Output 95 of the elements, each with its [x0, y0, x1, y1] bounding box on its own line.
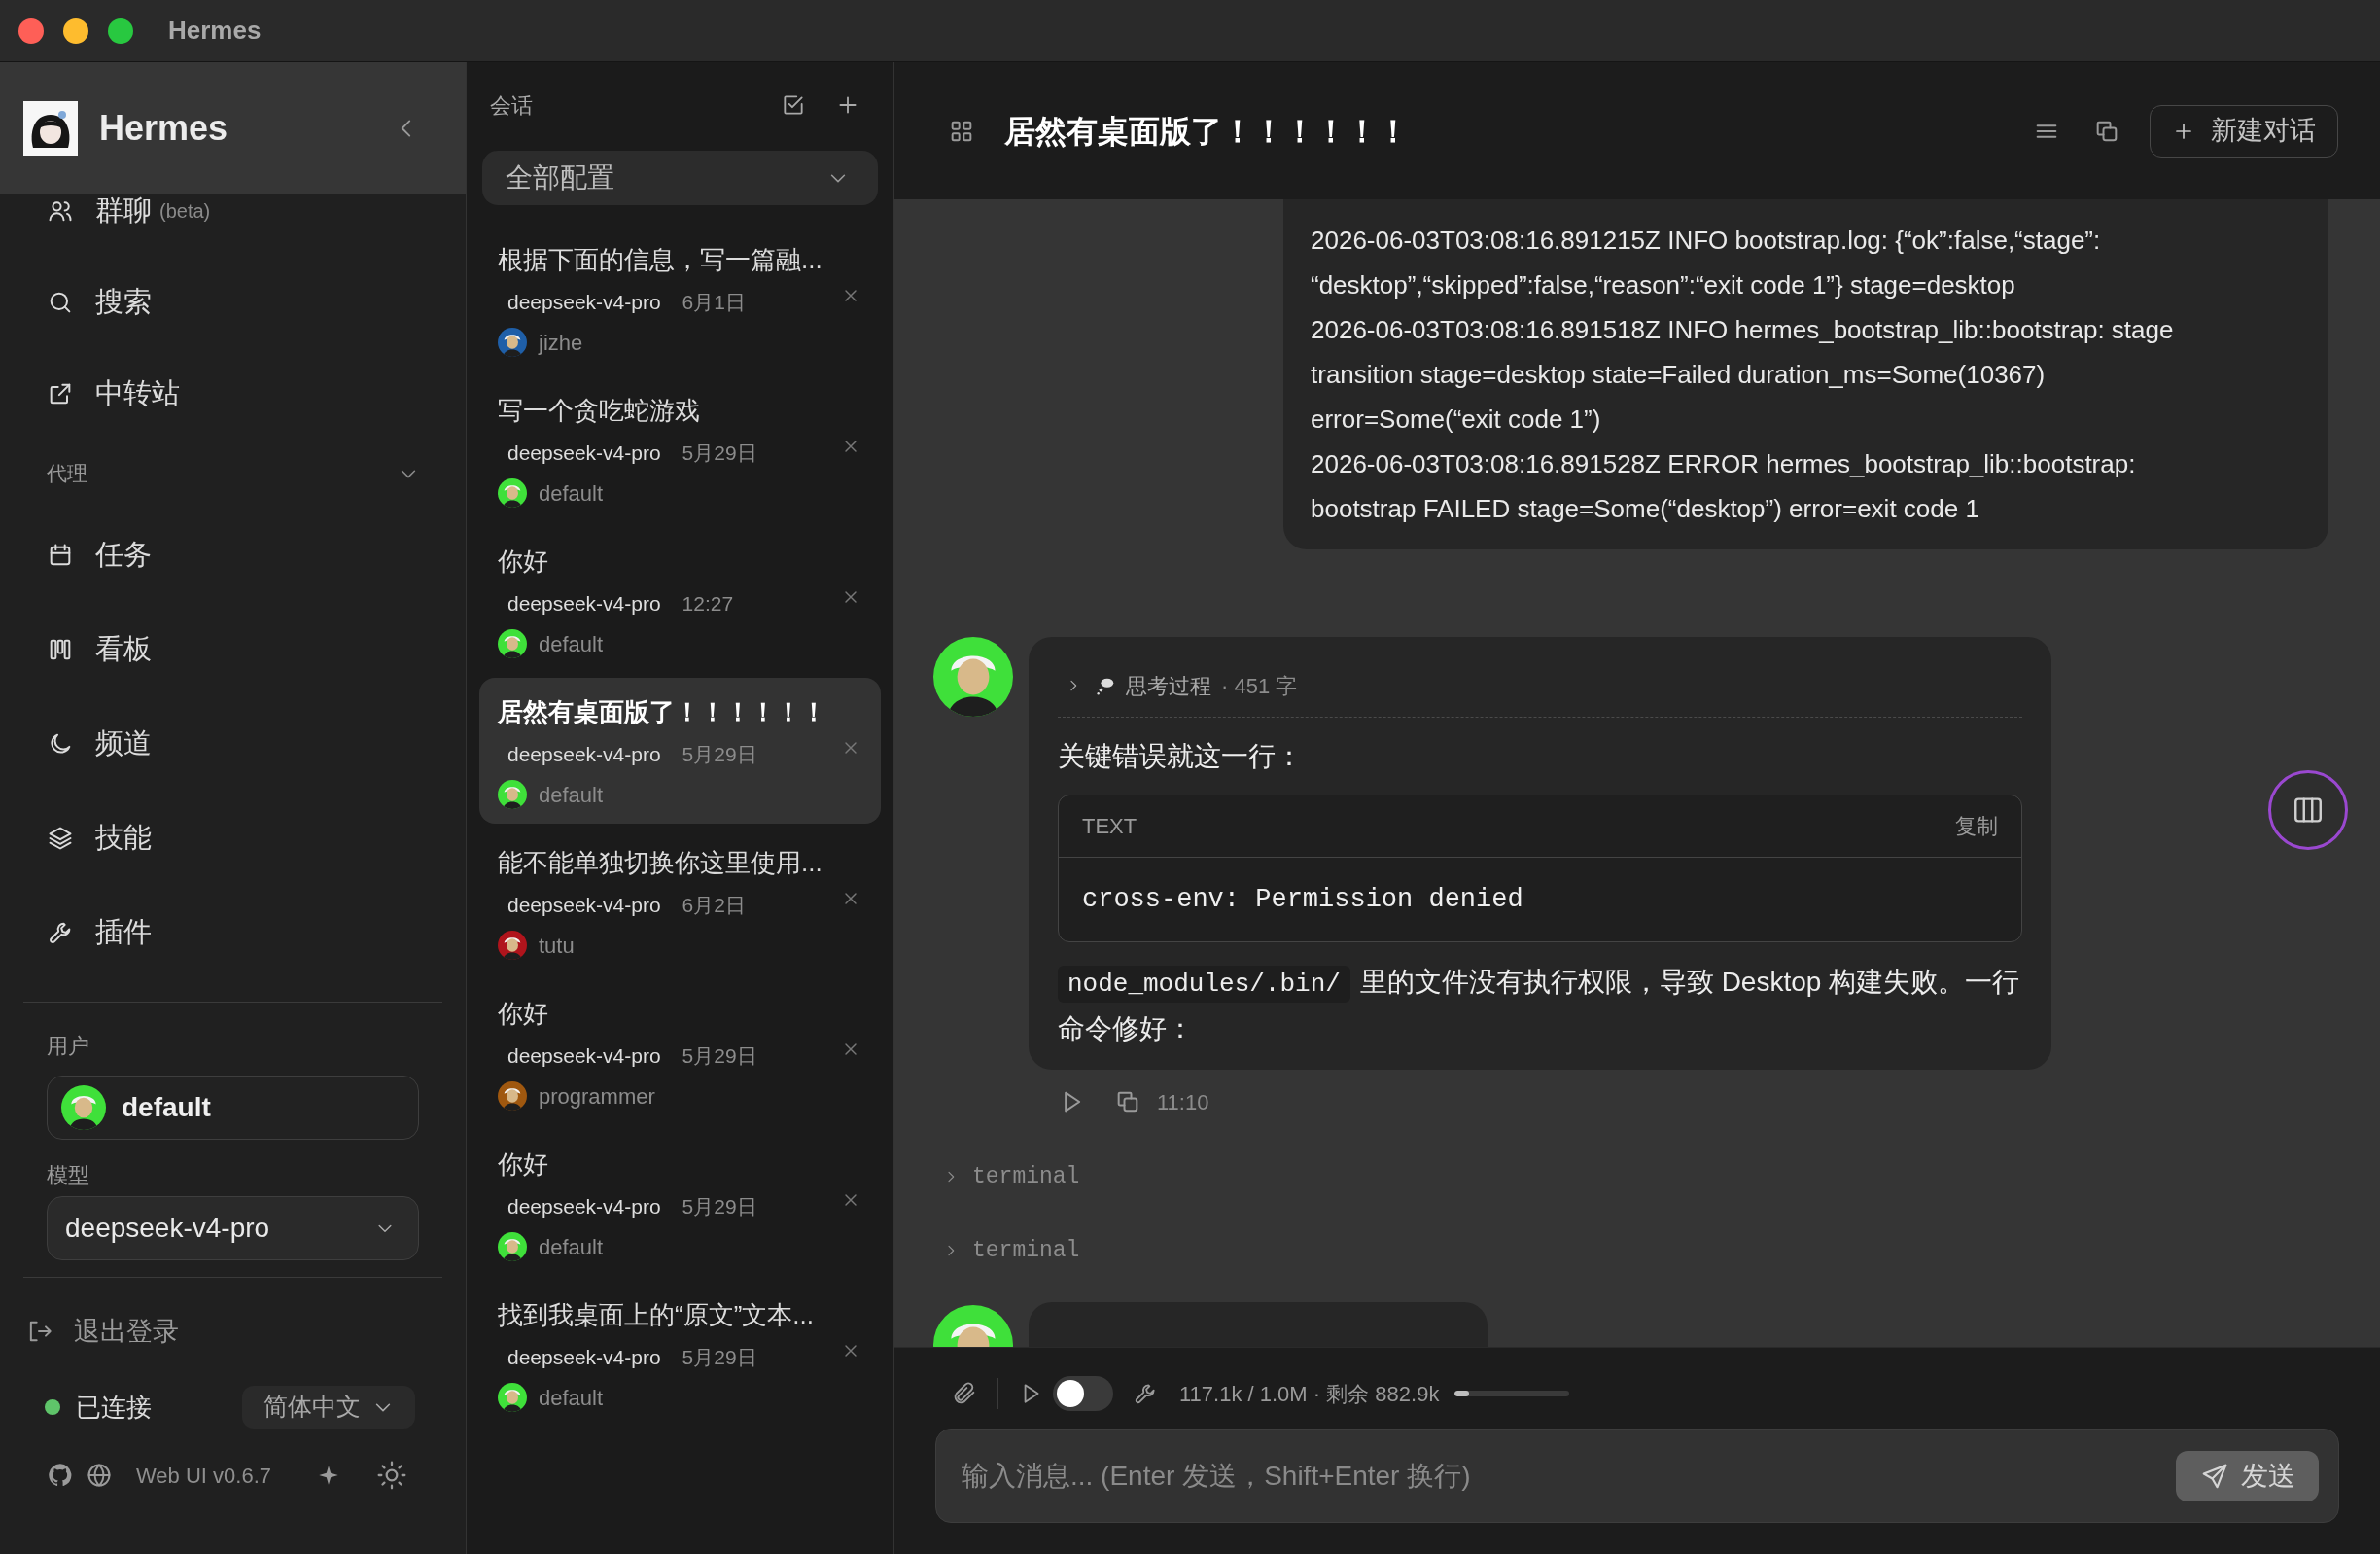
user-name: default	[539, 630, 604, 658]
tool-call-toggle[interactable]: terminal	[943, 1159, 1080, 1194]
chat-title: 居然有桌面版了！！！！！！	[1004, 112, 1409, 151]
conversation-title: 居然有桌面版了！！！！！！	[498, 697, 827, 726]
nav-item[interactable]: 插件	[0, 885, 466, 979]
thinking-toggle[interactable]: 思考过程 · 451 字	[1058, 666, 1298, 705]
message-text: node_modules/.bin/ 里的文件没有执行权限，导致 Desktop 构建失败。一行命令修好：	[1058, 965, 2021, 1045]
conversation-title: 写一个贪吃蛇游戏	[498, 396, 701, 425]
model-tag: deepseek-v4-pro	[508, 1191, 661, 1222]
model-tag: deepseek-v4-pro	[508, 1342, 661, 1373]
send-button[interactable]: 发送	[2176, 1450, 2319, 1501]
token-usage: 117.1k / 1.0M · 剩余 882.9k	[1179, 1380, 1440, 1408]
user-name: jizhe	[539, 329, 583, 357]
panel-title: 会话	[490, 91, 533, 120]
conversation-item[interactable]: 居然有桌面版了！！！！！！ deepseek-v4-pro 5月29日 default	[479, 678, 881, 824]
nav-item[interactable]: 群聊 (beta)	[0, 194, 466, 257]
conversation-item[interactable]: 写一个贪吃蛇游戏 deepseek-v4-pro 5月29日 default	[479, 376, 881, 522]
message-time: 11:10	[1157, 1088, 1209, 1116]
conversation-title: 你好	[498, 999, 549, 1028]
conversation-title: 找到我桌面上的“原文”文本...	[498, 1300, 815, 1329]
logout-button[interactable]: 退出登录	[0, 1304, 179, 1359]
conversation-date: 5月29日	[682, 1194, 757, 1220]
model-tag: deepseek-v4-pro	[508, 1041, 661, 1072]
message-input[interactable]: 输入消息... (Enter 发送，Shift+Enter 换行) 发送	[935, 1429, 2339, 1523]
beta-label: (beta)	[159, 199, 211, 224]
github-icon[interactable]	[47, 1462, 74, 1489]
log-line: 2026-06-03T03:08:16.891215Z INFO bootstrap.log: {“ok”:false,“stage”:	[1311, 225, 2102, 257]
minimize-button[interactable]	[63, 18, 88, 44]
conversation-date: 6月1日	[682, 290, 746, 316]
nav-item[interactable]: 看板	[0, 602, 466, 696]
message-text: 关键错误就这一行：	[1058, 740, 1304, 773]
conversation-date: 5月29日	[682, 441, 757, 467]
conversation-title: 根据下面的信息，写一篇融...	[498, 245, 823, 274]
character-count: · 451 字	[1221, 672, 1298, 700]
model-label: 模型	[47, 1163, 90, 1188]
logo-icon	[23, 101, 78, 156]
nav-item[interactable]: 任务	[0, 508, 466, 602]
user-name: tutu	[539, 932, 575, 960]
code-line: cross-env: Permission denied	[1082, 883, 1523, 916]
conversation-item[interactable]: 根据下面的信息，写一篇融... deepseek-v4-pro 6月1日 jizhe	[479, 226, 881, 371]
filter-select[interactable]: 全部配置	[482, 151, 878, 205]
conversation-item[interactable]: 能不能单独切换你这里使用... deepseek-v4-pro 6月2日 tutu	[479, 829, 881, 974]
code-language: TEXT	[1082, 813, 1138, 840]
model-tag: deepseek-v4-pro	[508, 287, 661, 318]
conversation-date: 12:27	[682, 591, 734, 618]
checkbox-edit-icon[interactable]	[781, 92, 806, 118]
section-header[interactable]: 代理	[0, 440, 466, 508]
conversation-item[interactable]: 你好 deepseek-v4-pro 5月29日 programmer	[479, 979, 881, 1125]
conversation-date: 5月29日	[682, 1345, 757, 1371]
tool-call-toggle[interactable]: terminal	[943, 1233, 1080, 1268]
conversation-date: 5月29日	[682, 1043, 757, 1070]
new-chat-button[interactable]: 新建对话	[2150, 104, 2338, 158]
model-tag: deepseek-v4-pro	[508, 739, 661, 770]
log-line: 2026-06-03T03:08:16.891528Z ERROR hermes_bootstrap_lib::bootstrap:	[1311, 448, 2137, 480]
user-name: default	[539, 1233, 604, 1261]
conversation-item[interactable]: 你好 deepseek-v4-pro 5月29日 default	[479, 1130, 881, 1276]
conversation-item[interactable]: 找到我桌面上的“原文”文本... deepseek-v4-pro 5月29日 default	[479, 1281, 881, 1427]
user-name: default	[539, 1384, 604, 1412]
user-selector[interactable]: default	[47, 1076, 419, 1140]
user-name: default	[539, 479, 604, 508]
copy-button[interactable]: 复制	[1955, 810, 1998, 842]
user-name: programmer	[539, 1082, 655, 1111]
log-line: “desktop”,“skipped”:false,“reason”:“exit code 1”} stage=desktop	[1311, 269, 2016, 301]
conversation-title: 你好	[498, 1149, 549, 1179]
language-select[interactable]: 简体中文	[242, 1386, 415, 1429]
user-label: 用户	[47, 1034, 90, 1059]
window-title: Hermes	[168, 15, 262, 47]
log-line: transition stage=desktop state=Failed duration_ms=Some(10367)	[1311, 359, 2047, 391]
toggle-switch[interactable]	[1053, 1376, 1113, 1411]
user-name: default	[122, 1091, 211, 1124]
model-tag: deepseek-v4-pro	[508, 588, 661, 619]
conversation-date: 5月29日	[682, 742, 757, 768]
conversation-item[interactable]: 你好 deepseek-v4-pro 12:27 default	[479, 527, 881, 673]
model-select[interactable]: deepseek-v4-pro	[47, 1196, 419, 1260]
nav-item[interactable]: 中转站	[0, 348, 466, 440]
model-tag: deepseek-v4-pro	[508, 438, 661, 469]
connection-status: 已连接	[76, 1391, 152, 1424]
maximize-button[interactable]	[108, 18, 133, 44]
sun-icon[interactable]	[376, 1460, 407, 1491]
nav-item[interactable]: 技能	[0, 791, 466, 885]
log-line: error=Some(“exit code 1”)	[1311, 404, 1602, 436]
globe-icon[interactable]	[86, 1462, 113, 1489]
log-line: 2026-06-03T03:08:16.891518Z INFO hermes_bootstrap_lib::bootstrap: stage	[1311, 314, 2175, 346]
nav-item[interactable]: 频道	[0, 696, 466, 791]
model-tag: deepseek-v4-pro	[508, 890, 661, 921]
nav-item[interactable]: 搜索	[0, 257, 466, 348]
conversation-title: 能不能单独切换你这里使用...	[498, 848, 823, 877]
user-avatar	[61, 1085, 106, 1130]
close-button[interactable]	[18, 18, 44, 44]
user-name: default	[539, 781, 604, 809]
app-name: Hermes	[99, 107, 228, 150]
log-line: bootstrap FAILED stage=Some(“desktop”) error=exit code 1	[1311, 493, 1980, 525]
conversation-date: 6月2日	[682, 893, 746, 919]
conversation-title: 你好	[498, 547, 549, 576]
version-label: Web UI v0.6.7	[136, 1462, 271, 1490]
